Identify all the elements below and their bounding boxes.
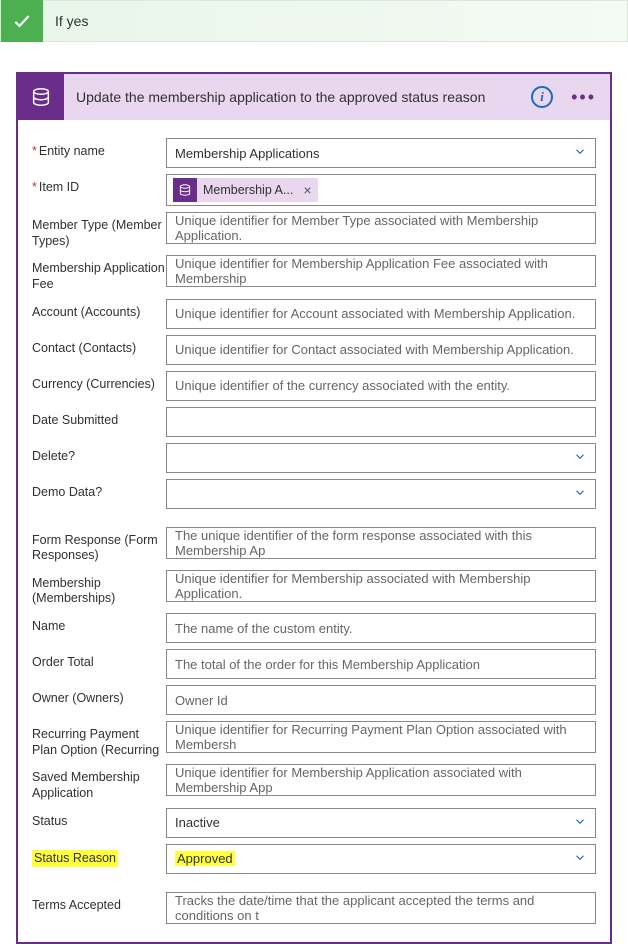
label-owner: Owner (Owners) (32, 685, 166, 707)
order-total-input[interactable]: The total of the order for this Membersh… (166, 649, 596, 679)
entity-name-value: Membership Applications (175, 146, 320, 161)
row-entity-name: *Entity name Membership Applications (32, 138, 596, 168)
demo-dropdown[interactable] (166, 479, 596, 509)
status-dropdown[interactable]: Inactive (166, 808, 596, 838)
row-delete: Delete? (32, 443, 596, 473)
close-icon[interactable]: × (303, 182, 311, 198)
database-icon (173, 178, 197, 202)
status-reason-dropdown[interactable]: Approved (166, 844, 596, 874)
action-card: Update the membership application to the… (16, 72, 612, 944)
row-membership: Membership (Memberships) Unique identifi… (32, 570, 596, 607)
info-icon[interactable]: i (531, 86, 553, 108)
database-icon (18, 74, 64, 120)
row-account: Account (Accounts) Unique identifier for… (32, 299, 596, 329)
row-order-total: Order Total The total of the order for t… (32, 649, 596, 679)
label-demo: Demo Data? (32, 479, 166, 501)
owner-input[interactable]: Owner Id (166, 685, 596, 715)
label-entity-name: *Entity name (32, 138, 166, 160)
row-form-response: Form Response (Form Responses) The uniqu… (32, 527, 596, 564)
label-app-fee: Membership Application Fee (32, 255, 166, 292)
dynamic-content-token[interactable]: Membership A... × (173, 178, 318, 202)
token-label: Membership A... (203, 183, 293, 197)
chevron-down-icon (573, 850, 587, 867)
form-response-input[interactable]: The unique identifier of the form respon… (166, 527, 596, 559)
more-menu-icon[interactable]: ••• (567, 87, 600, 108)
condition-label: If yes (55, 13, 88, 29)
label-form-response: Form Response (Form Responses) (32, 527, 166, 564)
label-currency: Currency (Currencies) (32, 371, 166, 393)
item-id-field[interactable]: Membership A... × (166, 174, 596, 206)
status-reason-value: Approved (175, 851, 235, 866)
entity-name-dropdown[interactable]: Membership Applications (166, 138, 596, 168)
recurring-input[interactable]: Unique identifier for Recurring Payment … (166, 721, 596, 753)
contact-input[interactable]: Unique identifier for Contact associated… (166, 335, 596, 365)
card-body: *Entity name Membership Applications *It… (18, 120, 610, 942)
row-saved: Saved Membership Application Unique iden… (32, 764, 596, 801)
name-input[interactable]: The name of the custom entity. (166, 613, 596, 643)
row-contact: Contact (Contacts) Unique identifier for… (32, 335, 596, 365)
date-submitted-input[interactable] (166, 407, 596, 437)
currency-input[interactable]: Unique identifier of the currency associ… (166, 371, 596, 401)
label-contact: Contact (Contacts) (32, 335, 166, 357)
chevron-down-icon (573, 485, 587, 502)
chevron-down-icon (573, 145, 587, 162)
status-value: Inactive (175, 815, 220, 830)
delete-dropdown[interactable] (166, 443, 596, 473)
row-status-reason: Status Reason Approved (32, 844, 596, 874)
label-member-type: Member Type (Member Types) (32, 212, 166, 249)
app-fee-input[interactable]: Unique identifier for Membership Applica… (166, 255, 596, 287)
row-name: Name The name of the custom entity. (32, 613, 596, 643)
row-app-fee: Membership Application Fee Unique identi… (32, 255, 596, 292)
label-status: Status (32, 808, 166, 830)
label-order-total: Order Total (32, 649, 166, 671)
label-delete: Delete? (32, 443, 166, 465)
chevron-down-icon (573, 449, 587, 466)
membership-input[interactable]: Unique identifier for Membership associa… (166, 570, 596, 602)
member-type-input[interactable]: Unique identifier for Member Type associ… (166, 212, 596, 244)
label-terms: Terms Accepted (32, 892, 166, 914)
card-title: Update the membership application to the… (76, 89, 531, 105)
label-recurring: Recurring Payment Plan Option (Recurring (32, 721, 166, 758)
label-item-id: *Item ID (32, 174, 166, 196)
row-demo: Demo Data? (32, 479, 596, 509)
row-status: Status Inactive (32, 808, 596, 838)
chevron-down-icon (573, 814, 587, 831)
row-member-type: Member Type (Member Types) Unique identi… (32, 212, 596, 249)
row-item-id: *Item ID Membership A... × (32, 174, 596, 206)
row-owner: Owner (Owners) Owner Id (32, 685, 596, 715)
check-icon (1, 0, 43, 42)
label-status-reason: Status Reason (32, 850, 118, 868)
saved-input[interactable]: Unique identifier for Membership Applica… (166, 764, 596, 796)
account-input[interactable]: Unique identifier for Account associated… (166, 299, 596, 329)
row-currency: Currency (Currencies) Unique identifier … (32, 371, 596, 401)
row-recurring: Recurring Payment Plan Option (Recurring… (32, 721, 596, 758)
label-membership: Membership (Memberships) (32, 570, 166, 607)
condition-bar[interactable]: If yes (0, 0, 628, 42)
row-date-submitted: Date Submitted (32, 407, 596, 437)
row-terms: Terms Accepted Tracks the date/time that… (32, 892, 596, 924)
label-saved: Saved Membership Application (32, 764, 166, 801)
label-date-submitted: Date Submitted (32, 407, 166, 429)
terms-input[interactable]: Tracks the date/time that the applicant … (166, 892, 596, 924)
card-header[interactable]: Update the membership application to the… (18, 74, 610, 120)
label-account: Account (Accounts) (32, 299, 166, 321)
label-name: Name (32, 613, 166, 635)
